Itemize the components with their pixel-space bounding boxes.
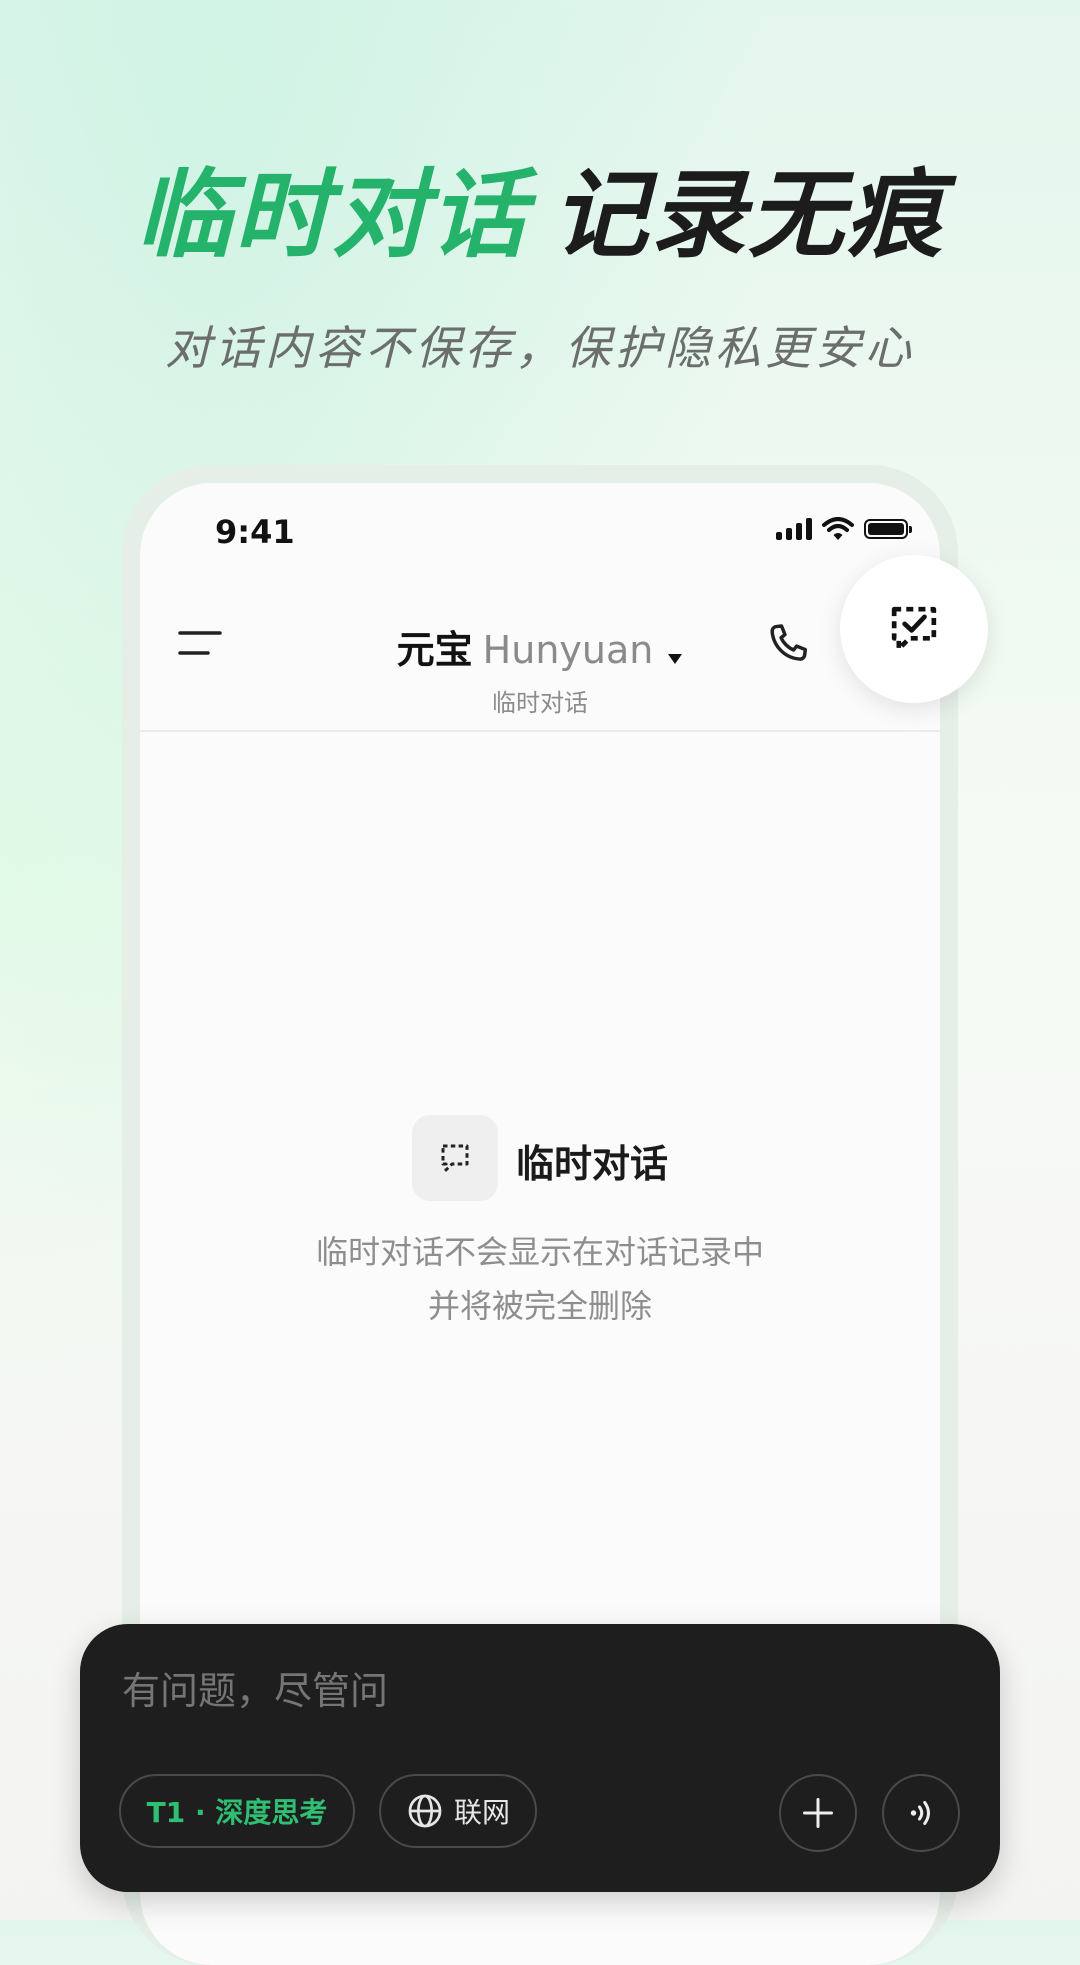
message-input[interactable] bbox=[120, 1670, 824, 1715]
deep-think-label: T1 · 深度思考 bbox=[146, 1796, 328, 1829]
phone-icon[interactable] bbox=[762, 619, 814, 671]
add-button[interactable] bbox=[779, 1774, 857, 1852]
globe-icon bbox=[408, 1794, 442, 1828]
status-time: 9:41 bbox=[215, 513, 295, 551]
app-name: 元宝 bbox=[396, 628, 473, 672]
web-search-button[interactable]: 联网 bbox=[379, 1774, 537, 1848]
temp-chat-icon bbox=[441, 1144, 469, 1172]
header-divider bbox=[140, 730, 940, 732]
promo-headline: 临时对话 记录无痕 bbox=[0, 160, 1080, 270]
wifi-icon bbox=[822, 517, 854, 540]
empty-state-icon-box bbox=[412, 1115, 498, 1201]
empty-state-desc-line1: 临时对话不会显示在对话记录中 bbox=[315, 1233, 764, 1271]
caret-down-icon bbox=[668, 653, 683, 664]
voice-icon bbox=[910, 1801, 930, 1825]
empty-state-description: 临时对话不会显示在对话记录中 并将被完全删除 bbox=[140, 1225, 940, 1333]
web-search-label: 联网 bbox=[453, 1796, 510, 1829]
plus-icon bbox=[803, 1798, 833, 1828]
empty-state-title: 临时对话 bbox=[516, 1142, 669, 1186]
model-name: Hunyuan bbox=[482, 628, 654, 672]
model-selector[interactable]: 元宝 Hunyuan bbox=[140, 619, 940, 674]
temp-chat-checked-icon bbox=[891, 606, 937, 652]
temp-chat-toggle-button[interactable] bbox=[840, 555, 988, 703]
deep-think-button[interactable]: T1 · 深度思考 bbox=[119, 1774, 355, 1848]
promo-subline: 对话内容不保存，保护隐私更安心 bbox=[165, 321, 915, 375]
voice-button[interactable] bbox=[882, 1774, 960, 1852]
headline-green-part: 临时对话 bbox=[136, 159, 528, 271]
status-icons bbox=[776, 517, 912, 541]
header-subtitle: 临时对话 bbox=[492, 689, 588, 717]
empty-state-desc-line2: 并将被完全删除 bbox=[427, 1287, 652, 1325]
composer-panel: T1 · 深度思考 联网 bbox=[80, 1624, 1000, 1892]
battery-icon bbox=[864, 519, 912, 539]
headline-black-part: 记录无痕 bbox=[552, 159, 944, 271]
signal-icon bbox=[776, 518, 812, 540]
